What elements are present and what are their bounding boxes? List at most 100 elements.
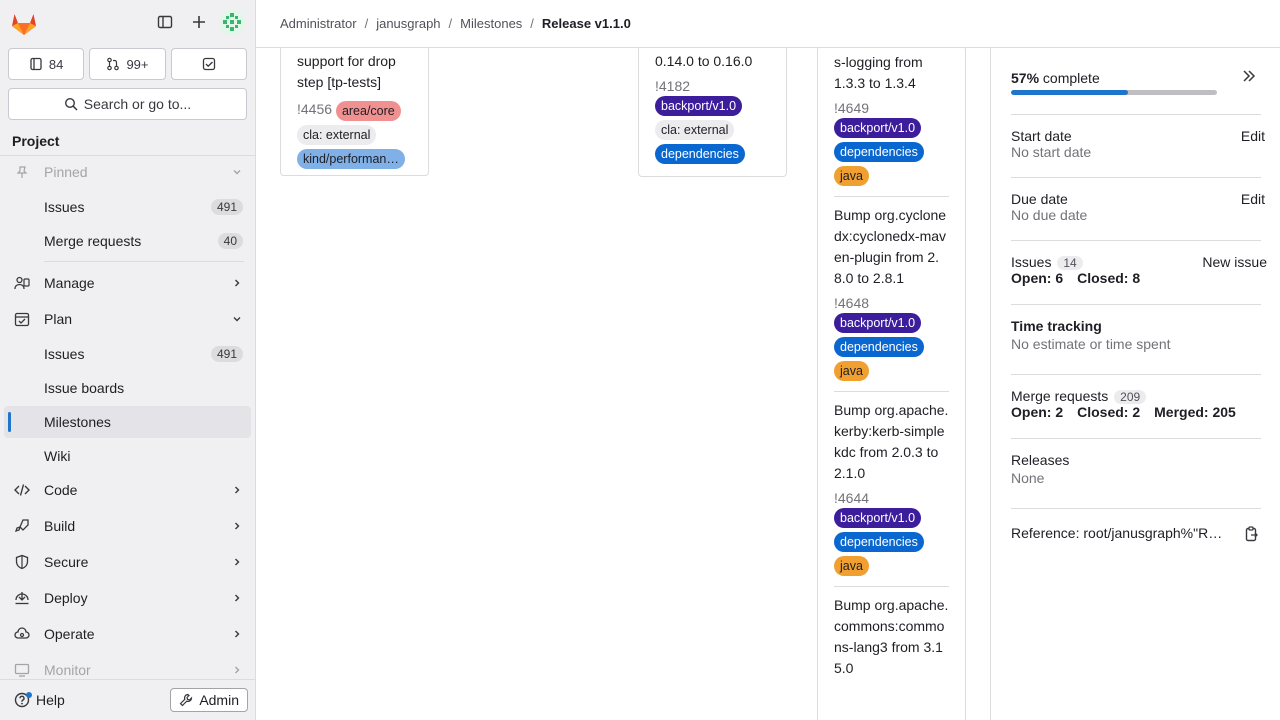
label-dependencies[interactable]: dependencies xyxy=(834,142,924,162)
breadcrumb-item[interactable]: Administrator xyxy=(280,16,357,31)
sidebar-item-secure[interactable]: Secure xyxy=(4,546,251,578)
plus-icon[interactable] xyxy=(185,8,213,36)
chevron-right-icon xyxy=(231,663,243,679)
todo-icon xyxy=(202,57,215,71)
divider xyxy=(1011,374,1261,375)
issues-count-button[interactable]: 84 xyxy=(8,48,85,80)
releases-value: None xyxy=(1011,470,1045,486)
admin-label: Admin xyxy=(199,692,239,708)
chevron-right-icon xyxy=(231,555,243,571)
help-label: Help xyxy=(36,692,65,708)
wrench-icon xyxy=(179,693,193,707)
card-title[interactable]: 0.14.0 to 0.16.0 xyxy=(655,51,770,72)
breadcrumb-item[interactable]: Milestones xyxy=(460,16,522,31)
sidebar-item-label: Pinned xyxy=(44,165,88,180)
issues-label: Issues xyxy=(1011,254,1052,270)
merge-requests-count: 99+ xyxy=(126,56,149,72)
sidebar-item-plan-issues[interactable]: Issues 491 xyxy=(4,338,251,370)
code-icon xyxy=(14,482,30,498)
divider xyxy=(834,586,949,587)
start-date-value: No start date xyxy=(1011,144,1092,160)
label-java[interactable]: java xyxy=(834,166,869,186)
card-title[interactable]: support for drop step [tp-tests] xyxy=(297,51,412,93)
sidebar-item-plan[interactable]: Plan xyxy=(4,303,251,335)
new-issue-button[interactable]: New issue xyxy=(1202,254,1267,270)
mr-title[interactable]: s-logging from 1.3.3 to 1.3.4 xyxy=(834,52,949,94)
breadcrumb-item[interactable]: janusgraph xyxy=(376,16,440,31)
mr-count-badge: 209 xyxy=(1114,390,1147,404)
label-java[interactable]: java xyxy=(834,556,869,576)
mr-reference[interactable]: !4648 xyxy=(834,295,869,311)
label-backport[interactable]: backport/v1.0 xyxy=(834,313,922,333)
sidebar-item-monitor[interactable]: Monitor xyxy=(4,654,251,679)
avatar[interactable] xyxy=(219,9,245,35)
gitlab-logo-icon[interactable] xyxy=(8,8,40,40)
search-button[interactable]: Search or go to... xyxy=(8,88,247,120)
time-tracking-value: No estimate or time spent xyxy=(1011,336,1171,352)
merge-request-card[interactable]: support for drop step [tp-tests] !4456 a… xyxy=(280,48,429,176)
sidebar-item-wiki[interactable]: Wiki xyxy=(4,440,251,472)
divider xyxy=(1011,240,1261,241)
mr-reference[interactable]: !4649 xyxy=(834,100,869,116)
admin-button[interactable]: Admin xyxy=(170,688,248,712)
reference-section: Reference: root/janusgraph%"R… xyxy=(1011,525,1261,542)
label-cla-external[interactable]: cla: external xyxy=(655,120,735,140)
label-java[interactable]: java xyxy=(834,361,869,381)
divider xyxy=(834,391,949,392)
breadcrumb-current[interactable]: Release v1.1.0 xyxy=(542,16,631,31)
merge-request-item[interactable]: s-logging from 1.3.3 to 1.3.4 !4649 back… xyxy=(818,52,965,186)
mr-open: Open: 2 xyxy=(1011,404,1064,420)
label-backport[interactable]: backport/v1.0 xyxy=(834,118,922,138)
merge-request-card[interactable]: 0.14.0 to 0.16.0 !4182 backport/v1.0 cla… xyxy=(638,48,787,177)
sidebar-item-pinned-merge-requests[interactable]: Merge requests 40 xyxy=(4,225,251,257)
sidebar-item-deploy[interactable]: Deploy xyxy=(4,582,251,614)
label-dependencies[interactable]: dependencies xyxy=(834,532,924,552)
milestone-content: support for drop step [tp-tests] !4456 a… xyxy=(256,48,990,720)
card-reference[interactable]: !4456 xyxy=(297,101,332,117)
mr-title[interactable]: Bump org.apache.commons:commons-lang3 fr… xyxy=(834,595,949,679)
merge-requests-count-button[interactable]: 99+ xyxy=(89,48,166,80)
sidebar-item-pinned[interactable]: Pinned xyxy=(4,165,251,188)
copy-reference-icon[interactable] xyxy=(1245,526,1259,545)
sidebar-nav: Pinned Issues 491 Merge requests 40 Mana… xyxy=(0,165,255,679)
mr-label: Merge requests xyxy=(1011,388,1109,404)
label-cla-external[interactable]: cla: external xyxy=(297,125,377,145)
label-backport[interactable]: backport/v1.0 xyxy=(655,96,743,116)
sidebar-item-label: Merge requests xyxy=(44,233,142,249)
mr-closed: Closed: 2 xyxy=(1077,404,1141,420)
label-dependencies[interactable]: dependencies xyxy=(655,144,745,164)
sidebar-item-build[interactable]: Build xyxy=(4,510,251,542)
merge-request-item[interactable]: Bump org.cyclonedx:cyclonedx-maven-plugi… xyxy=(818,205,965,381)
deploy-icon xyxy=(14,590,30,606)
chevron-right-icon xyxy=(231,483,243,499)
merge-request-item[interactable]: Bump org.apache.kerby:kerb-simplekdc fro… xyxy=(818,400,965,576)
chevron-right-icon xyxy=(231,627,243,643)
collapse-sidebar-icon[interactable] xyxy=(1241,68,1257,87)
sidebar-item-pinned-issues[interactable]: Issues 491 xyxy=(4,191,251,223)
breadcrumb-separator: / xyxy=(364,16,369,31)
sidebar-item-operate[interactable]: Operate xyxy=(4,618,251,650)
label-area-core[interactable]: area/core xyxy=(335,101,401,121)
mr-reference[interactable]: !4644 xyxy=(834,490,869,506)
edit-start-date-button[interactable]: Edit xyxy=(1241,128,1265,144)
label-backport[interactable]: backport/v1.0 xyxy=(834,508,922,528)
label-dependencies[interactable]: dependencies xyxy=(834,337,924,357)
mr-title[interactable]: Bump org.cyclonedx:cyclonedx-maven-plugi… xyxy=(834,205,949,289)
sidebar-item-code[interactable]: Code xyxy=(4,474,251,506)
card-reference[interactable]: !4182 xyxy=(655,78,690,94)
divider xyxy=(1011,114,1261,115)
mr-title[interactable]: Bump org.apache.kerby:kerb-simplekdc fro… xyxy=(834,400,949,484)
help-button[interactable]: Help xyxy=(14,692,65,708)
sidebar-item-label: Deploy xyxy=(44,590,88,606)
sidebar-item-manage[interactable]: Manage xyxy=(4,267,251,299)
edit-due-date-button[interactable]: Edit xyxy=(1241,191,1265,207)
sidebar-item-issue-boards[interactable]: Issue boards xyxy=(4,372,251,404)
sidebar-toggle-icon[interactable] xyxy=(151,8,179,36)
sidebar-item-label: Secure xyxy=(44,554,89,570)
label-kind-performance[interactable]: kind/performan… xyxy=(297,149,405,169)
sidebar-item-milestones[interactable]: Milestones xyxy=(4,406,251,438)
merge-request-item[interactable]: Bump org.apache.commons:commons-lang3 fr… xyxy=(818,595,965,679)
issues-icon xyxy=(30,57,42,71)
todo-count-button[interactable] xyxy=(170,48,247,80)
divider xyxy=(1011,508,1261,509)
